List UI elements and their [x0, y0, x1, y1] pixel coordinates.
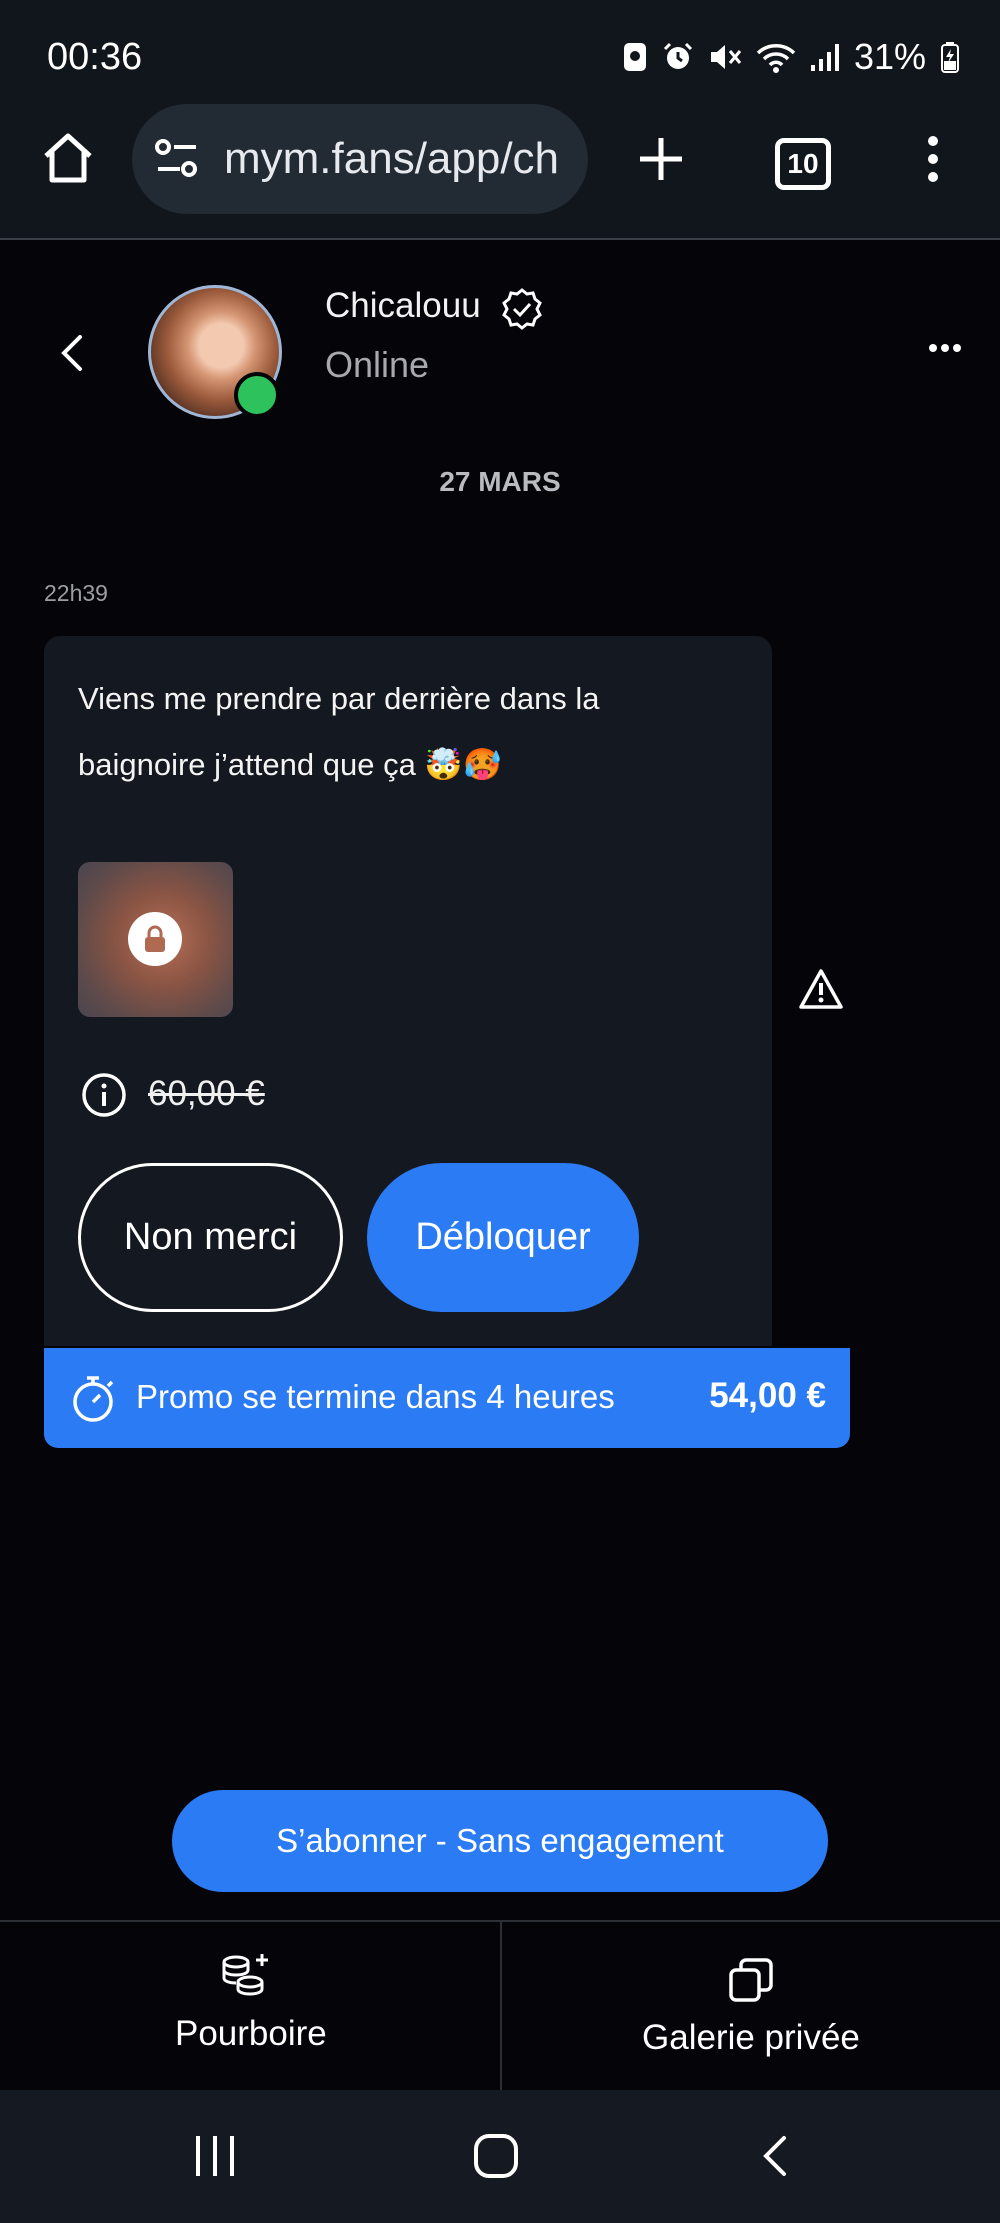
system-back-icon[interactable] — [760, 2134, 790, 2178]
message-text-line-1: Viens me prendre par derrière dans la — [78, 681, 600, 716]
home-icon[interactable] — [40, 130, 96, 186]
contact-name[interactable]: Chicalouu — [325, 286, 481, 326]
signal-icon — [810, 44, 839, 71]
verified-badge-icon — [502, 288, 542, 330]
original-price: 60,00 € — [148, 1074, 265, 1113]
url-text: mym.fans/app/ch — [224, 134, 560, 183]
notification-icon — [623, 43, 646, 71]
status-icons: 31% — [622, 36, 960, 78]
private-gallery-tab-label: Galerie privée — [642, 2018, 860, 2057]
tip-tab-label: Pourboire — [175, 2014, 327, 2053]
status-bar: 00:36 31% — [0, 0, 1000, 100]
locked-media-thumbnail[interactable] — [78, 862, 233, 1017]
promo-text: Promo se termine dans 4 heures — [136, 1378, 615, 1415]
recent-apps-icon[interactable] — [192, 2134, 238, 2178]
back-chevron-icon[interactable] — [58, 333, 86, 373]
private-gallery-tab[interactable]: Galerie privée — [502, 1922, 1000, 2090]
battery-icon — [941, 42, 959, 73]
coins-plus-icon — [222, 1954, 268, 1996]
more-options-icon[interactable] — [928, 342, 962, 354]
unlock-button[interactable]: Débloquer — [367, 1163, 639, 1312]
mute-icon — [710, 45, 742, 69]
lock-icon — [145, 925, 165, 952]
system-navigation-bar — [0, 2090, 1000, 2223]
promo-banner: Promo se termine dans 4 heures 54,00 € — [44, 1348, 850, 1448]
stopwatch-icon — [73, 1376, 114, 1422]
gallery-copy-icon — [729, 1958, 773, 2002]
tip-tab[interactable]: Pourboire — [0, 1922, 500, 2090]
url-bar[interactable]: mym.fans/app/ch — [132, 104, 588, 214]
date-separator: 27 MARS — [439, 466, 561, 497]
lock-badge — [128, 912, 182, 966]
promo-price: 54,00 € — [709, 1376, 826, 1415]
online-indicator — [234, 372, 280, 418]
site-settings-icon[interactable] — [154, 137, 200, 181]
home-button-icon[interactable] — [472, 2132, 520, 2180]
browser-menu-icon[interactable] — [918, 134, 948, 184]
message-text-line-2: baignoire j’attend que ça 🤯🥵 — [78, 747, 502, 782]
message-time: 22h39 — [44, 580, 108, 606]
report-warning-icon[interactable] — [797, 967, 845, 1011]
alarm-icon — [663, 42, 692, 69]
tabs-button[interactable]: 10 — [775, 138, 831, 190]
new-tab-icon[interactable] — [636, 134, 686, 184]
subscribe-button[interactable]: S’abonner - Sans engagement — [172, 1790, 828, 1892]
wifi-icon — [756, 44, 796, 73]
info-icon[interactable] — [81, 1072, 127, 1118]
status-time: 00:36 — [47, 36, 143, 78]
presence-status: Online — [325, 344, 430, 385]
decline-button[interactable]: Non merci — [78, 1163, 343, 1312]
battery-percent: 31% — [853, 36, 926, 77]
